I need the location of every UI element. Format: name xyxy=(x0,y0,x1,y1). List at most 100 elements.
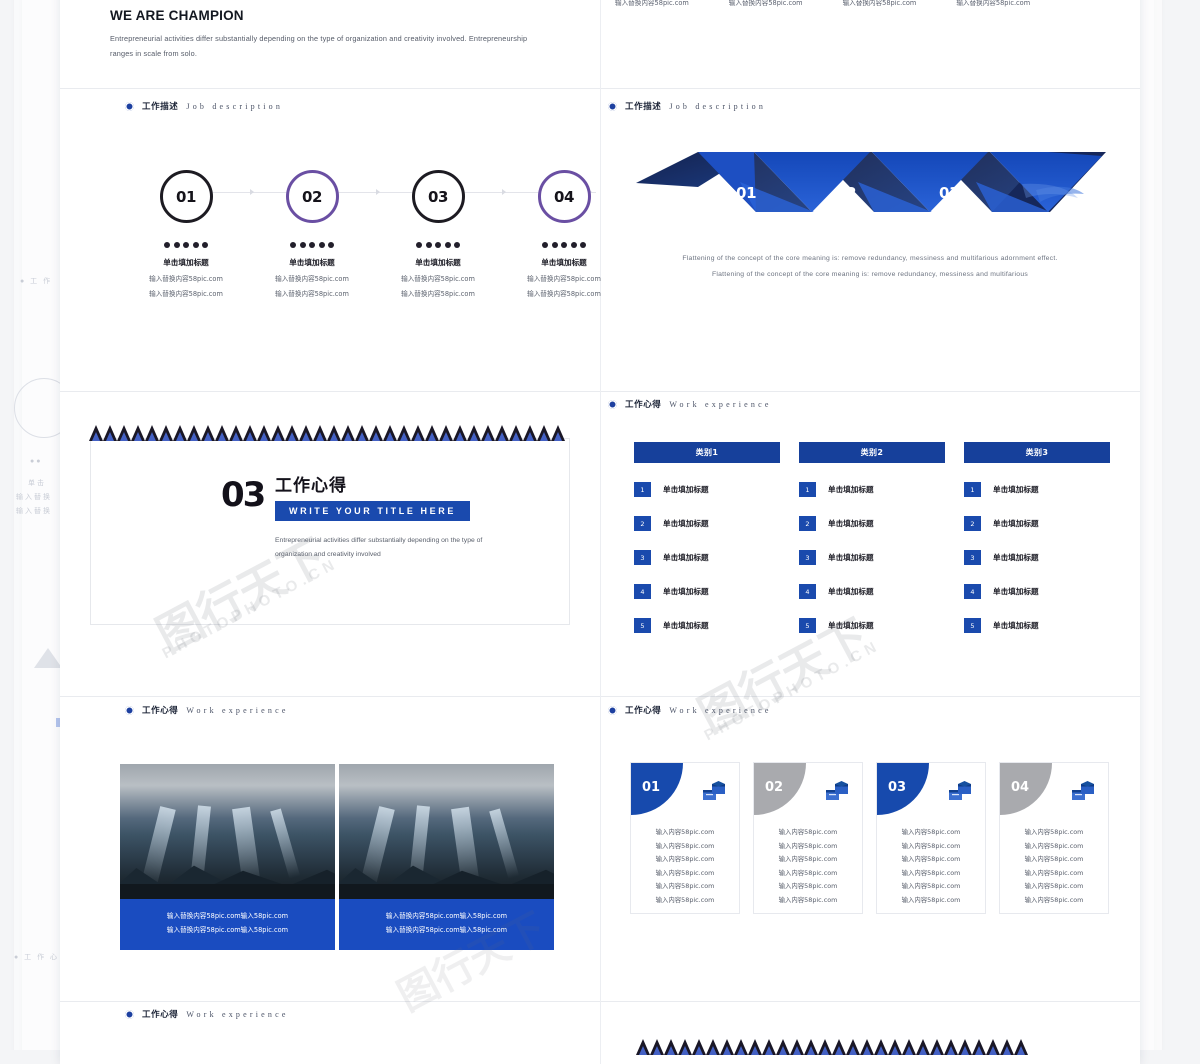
table-row[interactable]: 1 单击填加标题 xyxy=(964,482,1110,497)
card-line: 输入内容58pic.com xyxy=(901,868,961,877)
card-03-number: 03 xyxy=(221,475,266,515)
table-row[interactable]: 2 单击填加标题 xyxy=(964,516,1110,531)
section-title-en: Work experience xyxy=(669,705,772,715)
card-line: 输入内容58pic.com xyxy=(1024,828,1084,836)
ghost-text-f: ● 工 作 心 xyxy=(14,954,60,961)
table-row[interactable]: 3 单击填加标题 xyxy=(634,550,780,565)
card-line: 输入内容58pic.com xyxy=(901,895,961,904)
section-title-cn: 工作心得 xyxy=(142,1010,179,1020)
row-label: 单击填加标题 xyxy=(663,621,709,630)
card-number: 01 xyxy=(642,780,661,795)
text-grid-line: 输入替换内容58pic.com xyxy=(956,0,1031,7)
timeline-step-line: 输入替换内容58pic.com xyxy=(149,275,223,283)
table-row[interactable]: 1 单击填加标题 xyxy=(634,482,780,497)
panel-card-03: 03 工作心得 WRITE YOUR TITLE HERE Entreprene… xyxy=(89,425,570,625)
photo-caption-line: 输入替换内容58pic.com输入58pic.com xyxy=(385,925,508,934)
timeline-step-line: 输入替换内容58pic.com xyxy=(275,275,349,283)
card-line-list: 输入内容58pic.com 输入内容58pic.com 输入内容58pic.co… xyxy=(1000,827,1108,904)
timeline-step-ring: 03 xyxy=(411,170,465,223)
table-row[interactable]: 2 单击填加标题 xyxy=(634,516,780,531)
row-index: 5 xyxy=(799,618,816,633)
timeline-step[interactable]: 02 单击填加标题 输入替换内容58pic.com 输入替换内容58pic.co… xyxy=(249,170,375,298)
panel-bottom-work-experience: 工作心得 Work experience xyxy=(68,1008,600,1020)
table-row[interactable]: 4 单击填加标题 xyxy=(799,584,945,599)
panel-we-are-champion: WE ARE CHAMPION Entrepreneurial activiti… xyxy=(110,8,580,61)
timeline-step-number: 02 xyxy=(301,187,323,206)
row-label: 单击填加标题 xyxy=(993,587,1039,596)
card-line-list: 输入内容58pic.com 输入内容58pic.com 输入内容58pic.co… xyxy=(631,827,739,904)
number-card[interactable]: 02 输入内容58pic.com 输入内容58pic.com 输入内容58pic… xyxy=(753,762,863,914)
ghost-text-c: 单击 xyxy=(28,480,46,487)
row-index: 5 xyxy=(964,618,981,633)
timeline-step-title: 单击填加标题 xyxy=(289,258,335,267)
timeline-step-title: 单击填加标题 xyxy=(415,258,461,267)
category-header: 类别1 xyxy=(634,442,780,463)
table-row[interactable]: 2 单击填加标题 xyxy=(799,516,945,531)
ribbon-graphic: 01 02 03 xyxy=(636,150,1126,240)
section-header-bottom: 工作心得 Work experience xyxy=(125,1008,600,1020)
row-index: 4 xyxy=(799,584,816,599)
timeline-step-line: 输入替换内容58pic.com xyxy=(401,290,475,298)
timeline-step-dots xyxy=(542,242,586,248)
section-title-cn: 工作描述 xyxy=(625,102,662,112)
card-line: 输入内容58pic.com xyxy=(901,828,961,836)
photo-caption-line: 输入替换内容58pic.com输入58pic.com xyxy=(385,912,508,920)
timeline-step-ring: 04 xyxy=(537,170,591,223)
number-card[interactable]: 03 输入内容58pic.com 输入内容58pic.com 输入内容58pic… xyxy=(876,762,986,914)
section-title-en: Job description xyxy=(669,101,767,111)
row-index: 1 xyxy=(634,482,651,497)
row-label: 单击填加标题 xyxy=(663,519,709,528)
text-grid-line: 输入替换内容58pic.com xyxy=(842,0,917,7)
timeline-step[interactable]: 01 单击填加标题 输入替换内容58pic.com 输入替换内容58pic.co… xyxy=(123,170,249,298)
ghost-triangle xyxy=(34,648,62,668)
number-card[interactable]: 04 输入内容58pic.com 输入内容58pic.com 输入内容58pic… xyxy=(999,762,1109,914)
section-title-en: Work experience xyxy=(669,399,772,409)
card-line-list: 输入内容58pic.com 输入内容58pic.com 输入内容58pic.co… xyxy=(877,827,985,904)
card-line: 输入内容58pic.com xyxy=(778,882,838,890)
number-card[interactable]: 01 输入内容58pic.com 输入内容58pic.com 输入内容58pic… xyxy=(630,762,740,914)
table-row[interactable]: 5 单击填加标题 xyxy=(964,618,1110,633)
section-header-work-experience-photos: 工作心得 Work experience xyxy=(125,704,600,716)
card-03-title-bar: WRITE YOUR TITLE HERE xyxy=(275,501,470,521)
category-header: 类别2 xyxy=(799,442,945,463)
graduation-books-icon xyxy=(947,781,973,803)
zigzag-border-bottom xyxy=(636,1039,1028,1055)
table-row[interactable]: 4 单击填加标题 xyxy=(634,584,780,599)
panel-work-experience-table: 工作心得 Work experience 类别1 1 单击填加标题 2 单击填加标题… xyxy=(608,398,1140,633)
section-header-job-description-left: 工作描述 Job description xyxy=(125,100,600,112)
row-label: 单击填加标题 xyxy=(993,485,1039,494)
section-header-work-experience-cards: 工作心得 Work experience xyxy=(608,704,1140,716)
row-index: 2 xyxy=(799,516,816,531)
graduation-books-icon xyxy=(1070,781,1096,803)
bullet-dot-icon xyxy=(125,705,134,715)
table-row[interactable]: 5 单击填加标题 xyxy=(799,618,945,633)
photo-card[interactable]: 输入替换内容58pic.com输入58pic.com 输入替换内容58pic.c… xyxy=(339,764,554,950)
table-row[interactable]: 4 单击填加标题 xyxy=(964,584,1110,599)
timeline-step-line: 输入替换内容58pic.com xyxy=(401,275,475,283)
panel-job-description-right: 工作描述 Job description 01 02 03 Flattening… xyxy=(608,100,1140,278)
timeline-step-dots xyxy=(416,242,460,248)
card-line: 输入内容58pic.com xyxy=(778,868,838,877)
table-row[interactable]: 3 单击填加标题 xyxy=(964,550,1110,565)
mountain-photo xyxy=(120,764,335,899)
card-line: 输入内容58pic.com xyxy=(778,828,838,836)
section-title-cn: 工作描述 xyxy=(142,102,179,112)
row-index: 4 xyxy=(964,584,981,599)
timeline-step[interactable]: 04 单击填加标题 输入替换内容58pic.com 输入替换内容58pic.co… xyxy=(501,170,627,298)
panel-work-experience-cards: 工作心得 Work experience 01 输入内容58pic.com 输入… xyxy=(608,704,1140,914)
bullet-dot-icon xyxy=(125,101,134,111)
table-row[interactable]: 1 单击填加标题 xyxy=(799,482,945,497)
card-line: 输入内容58pic.com xyxy=(1024,895,1084,904)
row-label: 单击填加标题 xyxy=(828,587,874,596)
card-number: 02 xyxy=(765,780,784,795)
photo-card[interactable]: 输入替换内容58pic.com输入58pic.com 输入替换内容58pic.c… xyxy=(120,764,335,950)
card-number: 04 xyxy=(1011,780,1030,795)
card-line: 输入内容58pic.com xyxy=(655,855,715,863)
section-title-en: Job description xyxy=(186,101,284,111)
section-header-job-description-right: 工作描述 Job description xyxy=(608,100,1140,112)
timeline-step[interactable]: 03 单击填加标题 输入替换内容58pic.com 输入替换内容58pic.co… xyxy=(375,170,501,298)
bullet-dot-icon xyxy=(125,1009,134,1019)
table-row[interactable]: 3 单击填加标题 xyxy=(799,550,945,565)
category-column: 类别1 1 单击填加标题 2 单击填加标题 3 单击填加标题 4 单击填加标题 5 单击填… xyxy=(634,442,780,633)
table-row[interactable]: 5 单击填加标题 xyxy=(634,618,780,633)
